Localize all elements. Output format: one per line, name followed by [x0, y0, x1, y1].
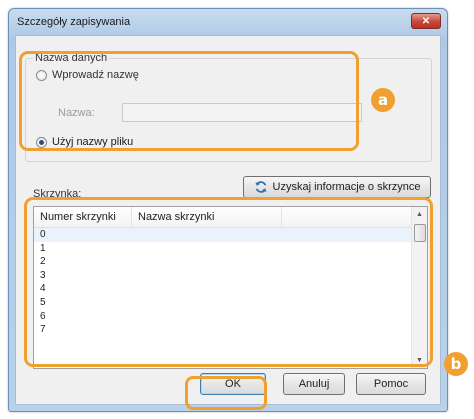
callout-b-letter: b	[450, 355, 462, 373]
callout-a-letter: a	[377, 91, 389, 109]
get-box-info-label: Uzyskaj informacje o skrzynce	[272, 181, 421, 193]
callout-a-badge: a	[371, 88, 395, 112]
get-box-info-button[interactable]: Uzyskaj informacje o skrzynce	[243, 176, 431, 198]
callout-a-frame	[19, 51, 359, 151]
refresh-icon	[254, 181, 267, 193]
title-bar[interactable]: Szczegóły zapisywania ✕	[9, 9, 447, 35]
help-label: Pomoc	[373, 378, 409, 390]
close-icon: ✕	[421, 15, 431, 27]
cancel-button[interactable]: Anuluj	[283, 373, 345, 395]
cancel-label: Anuluj	[298, 378, 330, 390]
dialog-title: Szczegóły zapisywania	[17, 16, 131, 28]
callout-b-frame	[24, 197, 433, 367]
help-button[interactable]: Pomoc	[356, 373, 426, 395]
close-button[interactable]: ✕	[411, 13, 441, 29]
callout-b-badge: b	[444, 352, 468, 376]
callout-ok-frame	[185, 376, 267, 410]
